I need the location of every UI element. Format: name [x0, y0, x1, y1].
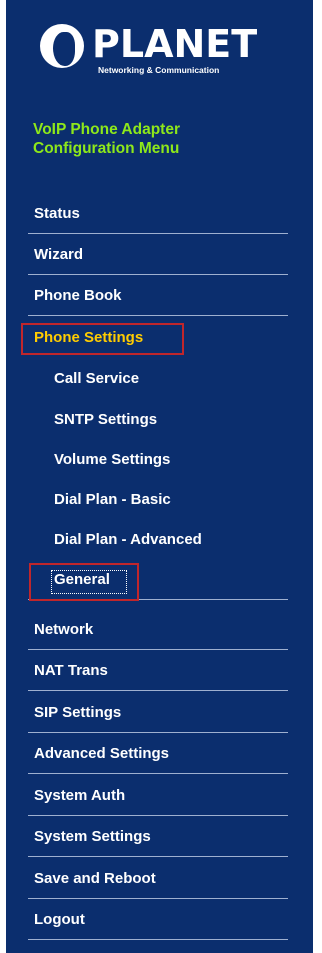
menu-item-system-settings[interactable]: System Settings [28, 819, 288, 857]
menu-item-label: Status [34, 205, 80, 222]
planet-logo: PLANET Networking & Communication [40, 20, 257, 82]
menu-item-save-and-reboot[interactable]: Save and Reboot [28, 861, 288, 899]
menu-item-nat-trans[interactable]: NAT Trans [28, 653, 288, 691]
menu-item-label: Dial Plan - Basic [54, 491, 171, 508]
menu-item-wizard[interactable]: Wizard [28, 237, 288, 275]
menu-item-label: SNTP Settings [54, 411, 158, 428]
menu-item-label: Network [34, 621, 94, 638]
menu-divider [28, 856, 288, 857]
menu-divider [28, 815, 288, 816]
logo-tagline: Networking & Communication [98, 65, 220, 75]
menu-item-dial-plan-advanced[interactable]: Dial Plan - Advanced [28, 522, 288, 560]
menu-item-sip-settings[interactable]: SIP Settings [28, 695, 288, 733]
menu-divider [28, 732, 288, 733]
menu-item-label: Logout [34, 911, 85, 928]
menu-divider [28, 773, 288, 774]
menu-item-advanced-settings[interactable]: Advanced Settings [28, 736, 288, 774]
menu-divider [28, 690, 288, 691]
menu-item-label: Save and Reboot [34, 870, 156, 887]
menu-item-volume-settings[interactable]: Volume Settings [28, 442, 288, 480]
menu-item-dial-plan-basic[interactable]: Dial Plan - Basic [28, 482, 288, 520]
menu-divider [28, 939, 288, 940]
menu-item-label: Phone Book [34, 287, 122, 304]
menu-item-label: NAT Trans [34, 662, 108, 679]
menu-divider [28, 315, 288, 316]
menu-item-label: Wizard [34, 246, 84, 263]
logo-head-icon [40, 24, 84, 68]
general-focus-outline [51, 570, 127, 594]
sidebar-panel: PLANET Networking & Communication VoIP P… [6, 0, 313, 953]
menu-item-network[interactable]: Network [28, 612, 288, 650]
menu-heading-line1: VoIP Phone Adapter [33, 121, 180, 138]
menu-item-system-auth[interactable]: System Auth [28, 778, 288, 816]
menu-heading: VoIP Phone Adapter Configuration Menu [33, 120, 293, 158]
menu-item-label: SIP Settings [34, 704, 122, 721]
menu-heading-line2: Configuration Menu [33, 140, 180, 157]
menu-divider [28, 898, 288, 899]
menu-item-label: System Auth [34, 787, 126, 804]
phone-settings-highlight [21, 323, 184, 355]
menu-item-label: Call Service [54, 370, 140, 387]
menu-item-label: Dial Plan - Advanced [54, 531, 202, 548]
menu-divider [28, 649, 288, 650]
menu-item-call-service[interactable]: Call Service [28, 361, 288, 399]
menu-item-status[interactable]: Status [28, 196, 288, 234]
menu-item-logout[interactable]: Logout [28, 902, 288, 940]
menu-item-label: Advanced Settings [34, 745, 170, 762]
menu-item-sntp-settings[interactable]: SNTP Settings [28, 402, 288, 440]
menu-divider [28, 274, 288, 275]
menu-item-label: System Settings [34, 828, 151, 845]
menu-item-phone-book[interactable]: Phone Book [28, 278, 288, 316]
menu-divider [28, 233, 288, 234]
logo-wordmark: PLANET [92, 22, 258, 66]
menu-item-label: Volume Settings [54, 451, 171, 468]
